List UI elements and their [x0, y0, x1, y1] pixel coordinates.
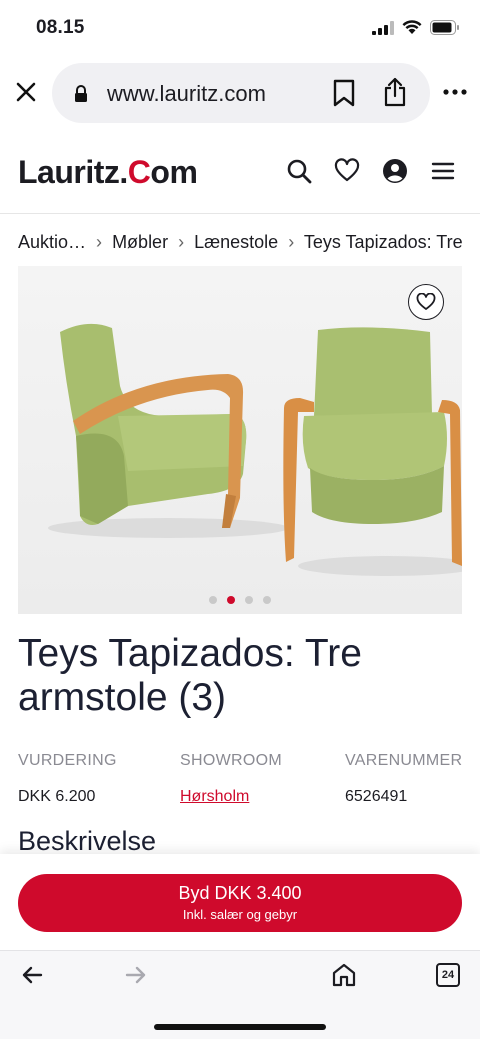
- description-heading: Beskrivelse: [18, 826, 157, 856]
- logo-c-mark: C: [127, 154, 151, 190]
- logo-text-end: om: [150, 154, 198, 190]
- share-icon[interactable]: [383, 77, 407, 107]
- close-icon[interactable]: [14, 80, 38, 104]
- estimate-column: VURDERING DKK 6.200: [18, 752, 117, 806]
- bid-button-label: Byd DKK 3.400: [178, 883, 302, 903]
- estimate-value: DKK 6.200: [18, 788, 96, 805]
- browser-bar: www.lauritz.com: [0, 60, 480, 124]
- tabs-icon[interactable]: 24: [436, 963, 460, 987]
- header-icons: [286, 158, 456, 184]
- breadcrumb-item[interactable]: Auktio…: [18, 232, 86, 252]
- item-number-column: VARENUMMER 6526491: [345, 752, 462, 806]
- showroom-column: SHOWROOM Hørsholm: [180, 752, 282, 806]
- more-icon[interactable]: [440, 82, 470, 102]
- site-header: Lauritz.Com: [0, 140, 480, 214]
- breadcrumb-item[interactable]: Lænestole: [194, 232, 278, 252]
- account-icon[interactable]: [382, 158, 408, 184]
- product-image-gallery[interactable]: [18, 266, 462, 614]
- signal-icon: [372, 20, 394, 35]
- info-label: SHOWROOM: [180, 752, 282, 769]
- logo-text: Lauritz.: [18, 154, 128, 190]
- breadcrumb-separator: ›: [288, 232, 295, 252]
- breadcrumb-separator: ›: [96, 232, 103, 252]
- favorite-button[interactable]: [408, 284, 444, 320]
- breadcrumb-separator: ›: [178, 232, 185, 252]
- bid-button-sublabel: Inkl. salær og gebyr: [182, 907, 298, 922]
- address-bar[interactable]: www.lauritz.com: [52, 63, 430, 123]
- gallery-dot[interactable]: [245, 596, 253, 604]
- bid-bar: Byd DKK 3.400 Inkl. salær og gebyr: [0, 854, 480, 950]
- wifi-icon: [402, 20, 422, 34]
- breadcrumb-current: Teys Tapizados: Tre: [303, 232, 463, 252]
- gallery-dot[interactable]: [209, 596, 217, 604]
- product-photo-armchairs: [18, 266, 462, 614]
- item-number-value: 6526491: [345, 788, 408, 805]
- info-label: VARENUMMER: [345, 752, 463, 769]
- browser-toolbar: 24: [0, 950, 480, 1039]
- back-arrow-icon[interactable]: [20, 963, 44, 987]
- heart-icon[interactable]: [334, 158, 360, 184]
- home-indicator: [154, 1024, 326, 1030]
- breadcrumb-item[interactable]: Møbler: [112, 232, 168, 252]
- url-text: www.lauritz.com: [107, 81, 266, 106]
- gallery-dot-active[interactable]: [227, 596, 235, 604]
- bid-button[interactable]: Byd DKK 3.400 Inkl. salær og gebyr: [18, 874, 462, 932]
- item-info: VURDERING DKK 6.200 SHOWROOM Hørsholm VA…: [18, 752, 462, 812]
- status-icons: [372, 20, 460, 35]
- lock-icon: [75, 85, 87, 102]
- forward-arrow-icon[interactable]: [124, 963, 148, 987]
- breadcrumb: Auktio… › Møbler › Lænestole › Teys Tapi…: [18, 232, 480, 253]
- battery-icon: [430, 20, 459, 35]
- heart-icon: [416, 293, 436, 310]
- item-title: Teys Tapizados: Tre armstole (3): [18, 632, 362, 719]
- menu-icon[interactable]: [430, 158, 456, 184]
- search-icon[interactable]: [286, 158, 312, 184]
- site-logo[interactable]: Lauritz.Com: [18, 154, 198, 191]
- gallery-dot[interactable]: [263, 596, 271, 604]
- info-label: VURDERING: [18, 752, 117, 769]
- status-time: 08.15: [36, 17, 85, 38]
- bookmark-icon[interactable]: [332, 79, 356, 107]
- home-icon[interactable]: [331, 962, 357, 988]
- status-bar: 08.15: [0, 0, 480, 58]
- showroom-link[interactable]: Hørsholm: [180, 788, 282, 806]
- gallery-pagination: [18, 596, 462, 604]
